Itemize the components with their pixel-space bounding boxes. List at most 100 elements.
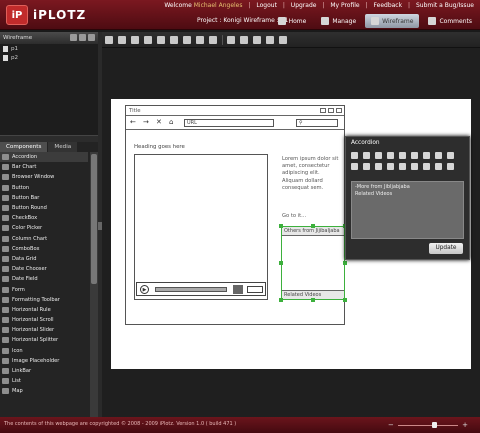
image-placeholder-icon	[2, 357, 9, 364]
sketch-browser-window[interactable]: Title ← → ✕ ⌂ URL ⚲ Heading goes here ▶ …	[125, 105, 347, 325]
component-item[interactable]: Image Placeholder	[0, 356, 88, 366]
component-item[interactable]: Map	[0, 386, 88, 396]
redo-icon[interactable]	[411, 152, 418, 159]
copy-icon[interactable]	[363, 152, 370, 159]
zoom-in-icon[interactable]: +	[462, 421, 468, 429]
save-icon[interactable]	[351, 152, 358, 159]
feedback-link[interactable]: Feedback	[374, 2, 403, 9]
scrollbar-thumb[interactable]	[91, 154, 97, 284]
undo-icon[interactable]	[399, 152, 406, 159]
upgrade-link[interactable]: Upgrade	[291, 2, 317, 9]
delete-icon[interactable]	[183, 35, 191, 44]
tab-media[interactable]: Media	[48, 142, 78, 152]
grid-icon[interactable]	[196, 35, 204, 44]
tab-manage[interactable]: Manage	[315, 14, 362, 28]
lock-icon[interactable]	[411, 163, 418, 170]
delete-page-icon[interactable]	[88, 34, 95, 41]
trash-icon[interactable]	[423, 152, 430, 159]
sketch-lorem-text: Lorem ipsum dolor sit amet, consectetur …	[282, 156, 339, 191]
component-item[interactable]: Form	[0, 284, 88, 294]
backward-icon[interactable]	[399, 163, 406, 170]
back-icon[interactable]	[375, 163, 382, 170]
component-item[interactable]: Date Field	[0, 274, 88, 284]
component-scrollbar[interactable]	[90, 152, 98, 427]
component-item[interactable]: LinkBar	[0, 366, 88, 376]
new-icon[interactable]	[105, 35, 113, 44]
component-list: Accordion Bar Chart Browser Window Butto…	[0, 152, 98, 427]
image-icon[interactable]	[435, 163, 442, 170]
add-page-icon[interactable]	[70, 34, 77, 41]
zoom-track[interactable]	[398, 425, 458, 426]
page-item-p1[interactable]: p1	[0, 44, 98, 53]
copy-icon[interactable]	[144, 35, 152, 44]
resize-handle[interactable]	[343, 298, 347, 302]
component-item[interactable]: Column Chart	[0, 234, 88, 244]
maximize-icon	[328, 108, 334, 113]
connector-icon[interactable]	[240, 35, 248, 44]
component-item[interactable]: Data Grid	[0, 254, 88, 264]
dot-icon[interactable]	[266, 35, 274, 44]
logout-link[interactable]: Logout	[256, 2, 277, 9]
accordion-properties-panel: Accordion -More from Jibljabjaba Related…	[345, 136, 470, 260]
tab-home[interactable]: Home	[272, 14, 313, 28]
undo-icon[interactable]	[157, 35, 165, 44]
page-settings-icon[interactable]	[79, 34, 86, 41]
zoom-knob[interactable]	[432, 422, 438, 428]
component-item[interactable]: Date Chooser	[0, 264, 88, 274]
duplicate-icon[interactable]	[387, 152, 394, 159]
update-button[interactable]: Update	[429, 243, 463, 254]
tab-label: Comments	[439, 17, 472, 25]
resize-handle[interactable]	[279, 224, 283, 228]
resize-handle[interactable]	[343, 261, 347, 265]
selection-icon[interactable]	[279, 35, 287, 44]
tab-comments[interactable]: Comments	[422, 14, 478, 28]
edit-icon[interactable]	[447, 163, 454, 170]
component-item[interactable]: ComboBox	[0, 244, 88, 254]
close-icon[interactable]	[351, 163, 358, 170]
submit-bug-link[interactable]: Submit a Bug/Issue	[416, 2, 474, 9]
zoom-out-icon[interactable]: −	[388, 421, 394, 429]
save-as-icon[interactable]	[131, 35, 139, 44]
resize-handle[interactable]	[279, 261, 283, 265]
welcome-text: Welcome	[164, 2, 192, 9]
profile-link[interactable]: My Profile	[330, 2, 359, 9]
component-item[interactable]: Button Bar	[0, 193, 88, 203]
circle-icon[interactable]	[253, 35, 261, 44]
component-item[interactable]: Formatting Toolbar	[0, 295, 88, 305]
component-item[interactable]: Bar Chart	[0, 162, 88, 172]
resize-handle[interactable]	[311, 224, 315, 228]
component-label: Color Picker	[12, 225, 43, 232]
component-item[interactable]: Button	[0, 183, 88, 193]
group-icon[interactable]	[423, 163, 430, 170]
pointer-icon[interactable]	[227, 35, 235, 44]
tab-components[interactable]: Components	[0, 142, 48, 152]
component-item[interactable]: Icon	[0, 346, 88, 356]
manage-icon	[321, 17, 330, 25]
component-item[interactable]: Horizontal Rule	[0, 305, 88, 315]
component-item[interactable]: Color Picker	[0, 223, 88, 233]
component-item[interactable]: CheckBox	[0, 213, 88, 223]
component-item[interactable]: Horizontal Splitter	[0, 335, 88, 345]
component-item[interactable]: List	[0, 376, 88, 386]
sketch-search-field: ⚲	[296, 119, 338, 127]
zoom-slider[interactable]: − +	[388, 421, 468, 429]
component-item[interactable]: Horizontal Scroll	[0, 315, 88, 325]
component-label: Horizontal Scroll	[12, 317, 54, 324]
resize-handle[interactable]	[279, 298, 283, 302]
save-icon[interactable]	[118, 35, 126, 44]
forward-icon[interactable]	[387, 163, 394, 170]
component-item[interactable]: Button Round	[0, 203, 88, 213]
front-icon[interactable]	[363, 163, 370, 170]
paste-icon[interactable]	[375, 152, 382, 159]
tab-wireframe[interactable]: Wireframe	[365, 14, 420, 28]
resize-handle[interactable]	[311, 298, 315, 302]
layer-icon[interactable]	[209, 35, 217, 44]
page-item-p2[interactable]: p2	[0, 53, 98, 62]
link-icon[interactable]	[447, 152, 454, 159]
component-item[interactable]: Accordion	[0, 152, 88, 163]
accordion-text-editor[interactable]: -More from Jibljabjaba Related Videos	[351, 181, 464, 239]
component-item[interactable]: Horizontal Slider	[0, 325, 88, 335]
cut-icon[interactable]	[435, 152, 442, 159]
component-item[interactable]: Browser Window	[0, 172, 88, 182]
redo-icon[interactable]	[170, 35, 178, 44]
